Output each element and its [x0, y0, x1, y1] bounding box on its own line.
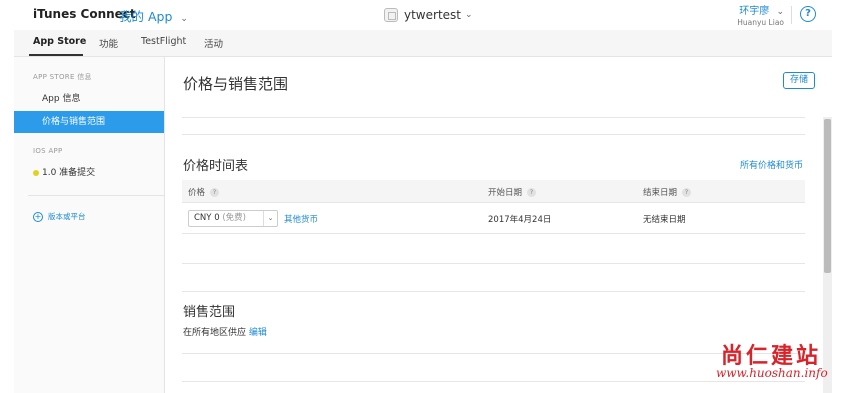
tab-features[interactable]: 功能	[99, 36, 118, 50]
sidebar-section-ios: IOS APP	[33, 147, 63, 155]
watermark-url: www.huoshan.info	[716, 366, 828, 380]
sidebar-item-pricing[interactable]: 价格与销售范围	[14, 111, 164, 133]
plus-circle-icon: +	[33, 211, 43, 222]
price-table-header: 价格? 开始日期? 结束日期?	[182, 180, 805, 203]
other-currency-link[interactable]: 其他货币	[284, 213, 318, 225]
divider	[182, 291, 805, 292]
add-platform-label: 版本或平台	[48, 212, 86, 221]
sidebar-section-app-store: APP STORE 信息	[33, 73, 92, 81]
sidebar: APP STORE 信息 App 信息 价格与销售范围 IOS APP 1.0 …	[14, 57, 165, 393]
start-date: 2017年4月24日	[488, 215, 552, 225]
tab-app-store[interactable]: App Store	[33, 36, 86, 47]
version-label: 1.0 准备提交	[42, 168, 96, 178]
help-question-icon[interactable]: ?	[527, 187, 537, 197]
user-subname: Huanyu Liao	[737, 18, 784, 27]
tab-bar: App Store 功能 TestFlight 活动	[14, 30, 832, 57]
app-selector[interactable]: ytwertest ⌄	[384, 6, 473, 24]
edit-availability-link[interactable]: 编辑	[249, 328, 267, 338]
chevron-down-icon: ⌄	[263, 211, 277, 226]
end-date: 无结束日期	[643, 215, 686, 225]
all-prices-link[interactable]: 所有价格和货币	[740, 158, 803, 171]
column-header-end: 结束日期?	[643, 186, 692, 198]
app-name: ytwertest	[404, 8, 461, 22]
active-tab-indicator	[29, 54, 83, 56]
price-select[interactable]: CNY 0 (免费) ⌄	[188, 210, 278, 227]
divider	[182, 263, 805, 264]
user-menu[interactable]: 环宇廖 ⌄ Huanyu Liao	[737, 2, 784, 27]
top-bar: iTunes Connect 我的 App ⌄ ytwertest ⌄ 环宇廖 …	[0, 0, 843, 30]
save-button[interactable]: 存储	[783, 72, 815, 89]
help-icon[interactable]: ?	[800, 6, 816, 22]
column-header-price: 价格?	[188, 186, 220, 198]
help-question-icon[interactable]: ?	[210, 187, 220, 197]
help-question-icon[interactable]: ?	[682, 187, 692, 197]
chevron-down-icon: ⌄	[776, 7, 784, 17]
chevron-down-icon: ⌄	[180, 14, 188, 24]
chevron-down-icon: ⌄	[464, 10, 473, 20]
availability-text: 在所有地区供应 编辑	[183, 328, 267, 338]
user-name: 环宇廖 ⌄	[739, 6, 784, 17]
availability-title: 销售范围	[183, 305, 236, 320]
page-title: 价格与销售范围	[183, 75, 289, 93]
sidebar-item-version[interactable]: 1.0 准备提交	[14, 163, 164, 183]
scrollbar-thumb[interactable]	[824, 119, 831, 273]
tab-testflight[interactable]: TestFlight	[141, 36, 186, 47]
price-schedule-title: 价格时间表	[183, 159, 249, 174]
tab-activity[interactable]: 活动	[204, 36, 223, 50]
watermark: 尚仁建站 www.huoshan.info	[690, 336, 843, 393]
table-row: CNY 0 (免费) ⌄ 其他货币 2017年4月24日 无结束日期	[182, 204, 805, 234]
my-apps-menu[interactable]: 我的 App ⌄	[119, 6, 188, 25]
add-platform-button[interactable]: + 版本或平台	[33, 211, 86, 222]
my-apps-label: 我的 App	[119, 9, 173, 24]
sidebar-divider	[28, 195, 164, 196]
header-divider	[791, 6, 792, 24]
status-dot-icon	[33, 170, 39, 176]
divider	[182, 117, 805, 118]
sidebar-item-app-info[interactable]: App 信息	[14, 88, 164, 110]
app-icon	[384, 8, 398, 22]
divider	[182, 134, 805, 135]
column-header-start: 开始日期?	[488, 186, 537, 198]
